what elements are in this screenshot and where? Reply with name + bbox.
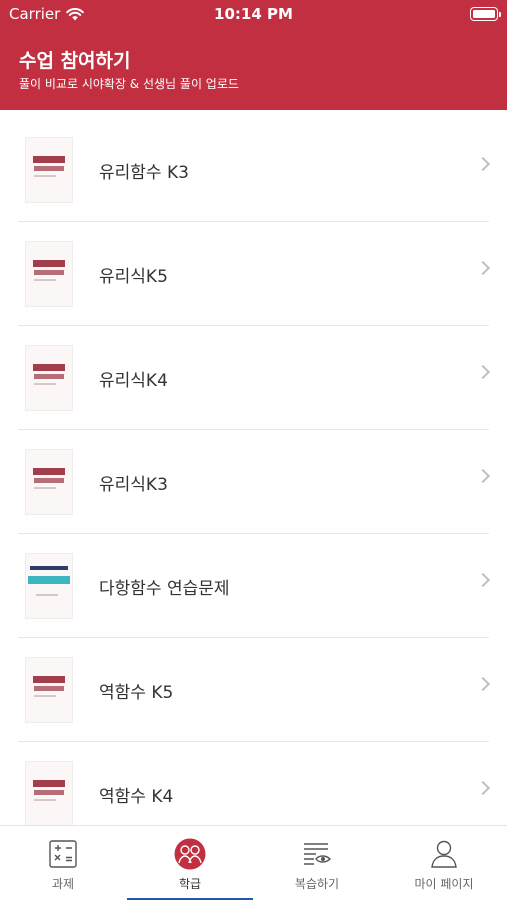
list-item-label: 유리식K4 [99, 371, 168, 391]
profile-icon [431, 840, 457, 868]
list-item-label: 역함수 K5 [99, 683, 174, 703]
book-cover-thumbnail [26, 242, 72, 306]
bottom-tab-bar: 과제 학급 복습하기 마이 페이지 [0, 825, 507, 900]
list-item-label: 유리식K5 [99, 267, 168, 287]
page-title: 수업 참여하기 [19, 50, 131, 72]
tab-label: 마이 페이지 [414, 877, 474, 891]
book-cover-thumbnail [26, 138, 72, 202]
list-item-label: 역함수 K4 [99, 787, 174, 807]
chevron-right-icon [475, 676, 491, 692]
book-cover-thumbnail [26, 346, 72, 410]
chevron-right-icon [475, 572, 491, 588]
list-item[interactable]: 유리식K5 [0, 222, 507, 326]
chevron-right-icon [475, 260, 491, 276]
list-item-label: 유리식K3 [99, 475, 168, 495]
tab-label: 학급 [178, 877, 202, 891]
tab-label: 복습하기 [294, 877, 340, 891]
list-item-label: 다항함수 연습문제 [99, 579, 230, 599]
chevron-right-icon [475, 364, 491, 380]
tab-label: 과제 [51, 877, 75, 891]
list-item[interactable]: 유리함수 K3 [0, 118, 507, 222]
list-item[interactable]: 역함수 K5 [0, 638, 507, 742]
tab-my-page[interactable]: 마이 페이지 [381, 826, 507, 900]
book-cover-thumbnail [26, 450, 72, 514]
review-icon [304, 843, 331, 865]
book-cover-thumbnail [26, 658, 72, 722]
list-item[interactable]: 유리식K4 [0, 326, 507, 430]
book-cover-thumbnail [26, 554, 72, 618]
tab-class[interactable]: 학급 [127, 826, 253, 900]
chevron-right-icon [475, 156, 491, 172]
tab-assignments[interactable]: 과제 [0, 826, 126, 900]
class-list: 유리함수 K3 유리식K5 유리식K4 유리식K3 다항함수 연습문제 역함수 … [0, 118, 507, 846]
tab-review[interactable]: 복습하기 [254, 826, 380, 900]
book-cover-thumbnail [26, 762, 72, 826]
list-item[interactable]: 다항함수 연습문제 [0, 534, 507, 638]
header-bar: Carrier 10:14 PM 수업 참여하기 풀이 비교로 시야확장 & 선… [0, 0, 507, 110]
page-subtitle: 풀이 비교로 시야확장 & 선생님 풀이 업로드 [19, 77, 239, 91]
status-bar: Carrier 10:14 PM [0, 0, 507, 28]
clock: 10:14 PM [214, 5, 293, 23]
class-icon [174, 838, 206, 870]
list-item[interactable]: 유리식K3 [0, 430, 507, 534]
chevron-right-icon [475, 468, 491, 484]
battery-icon [470, 7, 501, 21]
calculator-icon [49, 840, 77, 868]
list-item-label: 유리함수 K3 [99, 163, 189, 183]
chevron-right-icon [475, 780, 491, 796]
